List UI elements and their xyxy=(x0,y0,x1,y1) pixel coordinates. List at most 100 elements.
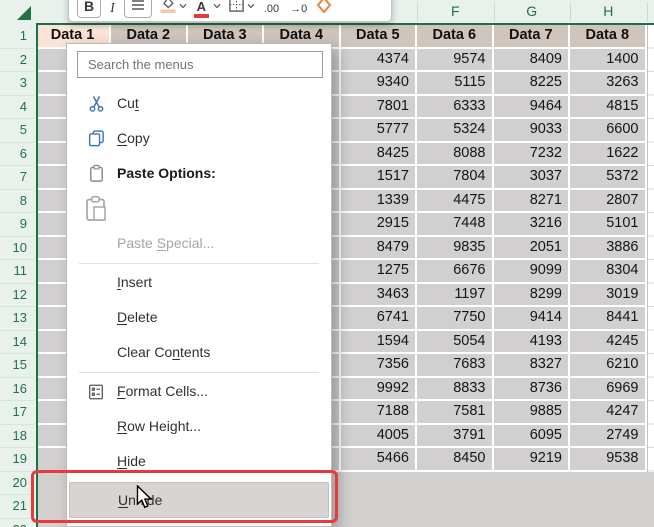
cell-G5[interactable]: 9033 xyxy=(493,119,570,143)
row-header-13[interactable]: 13 xyxy=(0,307,34,331)
cell-H16[interactable]: 6969 xyxy=(570,377,647,401)
cell-F11[interactable]: 6676 xyxy=(417,260,494,284)
cell-G11[interactable]: 9099 xyxy=(493,260,570,284)
bold-button[interactable]: B xyxy=(77,0,102,18)
row-header-22[interactable]: 22 xyxy=(0,519,34,527)
cell-H17[interactable]: 4247 xyxy=(570,401,647,425)
cell-G13[interactable]: 9414 xyxy=(493,307,570,331)
decrease-decimal-button[interactable]: .00 xyxy=(262,2,281,18)
cell-H5[interactable]: 6600 xyxy=(570,119,647,143)
cell-E19[interactable]: 5466 xyxy=(340,448,417,472)
cell-H8[interactable]: 2807 xyxy=(570,189,647,213)
font-color-button[interactable]: A xyxy=(193,0,221,18)
cell-E12[interactable]: 3463 xyxy=(340,283,417,307)
cell-F5[interactable]: 5324 xyxy=(417,119,494,143)
cell-G9[interactable]: 3216 xyxy=(493,213,570,237)
cell-E7[interactable]: 1517 xyxy=(340,166,417,190)
select-all-corner[interactable] xyxy=(0,0,36,25)
cell-H15[interactable]: 6210 xyxy=(570,354,647,378)
cell-E6[interactable]: 8425 xyxy=(340,142,417,166)
row-header-6[interactable]: 6 xyxy=(0,143,34,166)
row-header-5[interactable]: 5 xyxy=(0,119,34,143)
cell-E4[interactable]: 7801 xyxy=(340,95,417,119)
cell-E8[interactable]: 1339 xyxy=(340,189,417,213)
cell-E9[interactable]: 2915 xyxy=(340,213,417,237)
cell-H12[interactable]: 3019 xyxy=(570,283,647,307)
row-header-16[interactable]: 16 xyxy=(0,378,34,401)
cell-H11[interactable]: 8304 xyxy=(570,260,647,284)
cell-F14[interactable]: 5054 xyxy=(417,330,494,354)
row-header-1[interactable]: 1 xyxy=(0,25,34,49)
cell-E10[interactable]: 8479 xyxy=(340,236,417,260)
cell-G3[interactable]: 8225 xyxy=(493,72,570,96)
cell-H18[interactable]: 2749 xyxy=(570,424,647,448)
column-header-H[interactable]: H xyxy=(570,0,647,23)
cell-H13[interactable]: 8441 xyxy=(570,307,647,331)
cell-G15[interactable]: 8327 xyxy=(493,354,570,378)
row-header-9[interactable]: 9 xyxy=(0,213,34,237)
cell-F12[interactable]: 1197 xyxy=(417,283,494,307)
cell-F17[interactable]: 7581 xyxy=(417,401,494,425)
column-header-F[interactable]: F xyxy=(417,0,494,23)
cell-G17[interactable]: 9885 xyxy=(493,401,570,425)
cell-G7[interactable]: 3037 xyxy=(493,166,570,190)
cell-F7[interactable]: 7804 xyxy=(417,166,494,190)
row-header-19[interactable]: 19 xyxy=(0,448,34,472)
cell-G8[interactable]: 8271 xyxy=(493,189,570,213)
row-header-14[interactable]: 14 xyxy=(0,331,34,354)
cell-E1[interactable]: Data 5 xyxy=(340,25,417,49)
format-painter-button[interactable] xyxy=(316,0,332,18)
row-header-18[interactable]: 18 xyxy=(0,425,34,448)
cell-G19[interactable]: 9219 xyxy=(493,448,570,472)
cell-E16[interactable]: 9992 xyxy=(340,377,417,401)
cell-H6[interactable]: 1622 xyxy=(570,142,647,166)
cell-H2[interactable]: 1400 xyxy=(570,48,647,72)
fill-color-button[interactable] xyxy=(159,0,187,18)
cell-H1[interactable]: Data 8 xyxy=(570,25,647,49)
cell-E2[interactable]: 4374 xyxy=(340,48,417,72)
search-input[interactable] xyxy=(77,51,323,78)
menu-item-format-cells[interactable]: Format Cells... xyxy=(69,374,329,409)
cell-G14[interactable]: 4193 xyxy=(493,330,570,354)
menu-item-paste-special[interactable]: Paste Special... xyxy=(69,226,329,261)
menu-item-insert[interactable]: Insert xyxy=(69,265,329,300)
cell-G10[interactable]: 2051 xyxy=(493,236,570,260)
cell-G16[interactable]: 8736 xyxy=(493,377,570,401)
cell-F8[interactable]: 4475 xyxy=(417,189,494,213)
cell-G1[interactable]: Data 7 xyxy=(493,25,570,49)
menu-item-paste-options[interactable]: Paste Options: xyxy=(69,156,329,191)
cell-F2[interactable]: 9574 xyxy=(417,48,494,72)
cell-G18[interactable]: 6095 xyxy=(493,424,570,448)
cell-E11[interactable]: 1275 xyxy=(340,260,417,284)
row-header-10[interactable]: 10 xyxy=(0,237,34,260)
italic-button[interactable]: I xyxy=(108,0,117,18)
menu-item-delete[interactable]: Delete xyxy=(69,300,329,335)
cell-E18[interactable]: 4005 xyxy=(340,424,417,448)
cell-F15[interactable]: 7683 xyxy=(417,354,494,378)
cell-F13[interactable]: 7750 xyxy=(417,307,494,331)
cell-F6[interactable]: 8088 xyxy=(417,142,494,166)
cell-G12[interactable]: 8299 xyxy=(493,283,570,307)
row-header-7[interactable]: 7 xyxy=(0,166,34,190)
row-header-2[interactable]: 2 xyxy=(0,49,34,72)
cell-E5[interactable]: 5777 xyxy=(340,119,417,143)
cell-F1[interactable]: Data 6 xyxy=(417,25,494,49)
cell-H3[interactable]: 3263 xyxy=(570,72,647,96)
cell-F10[interactable]: 9835 xyxy=(417,236,494,260)
cell-G6[interactable]: 7232 xyxy=(493,142,570,166)
borders-button[interactable] xyxy=(228,0,255,18)
cell-H14[interactable]: 4245 xyxy=(570,330,647,354)
cell-F9[interactable]: 7448 xyxy=(417,213,494,237)
cell-F4[interactable]: 6333 xyxy=(417,95,494,119)
cell-E13[interactable]: 6741 xyxy=(340,307,417,331)
align-menu-button[interactable] xyxy=(123,0,152,18)
row-header-17[interactable]: 17 xyxy=(0,401,34,425)
cell-G2[interactable]: 8409 xyxy=(493,48,570,72)
menu-item-copy[interactable]: Copy xyxy=(69,121,329,156)
cell-H10[interactable]: 3886 xyxy=(570,236,647,260)
row-header-3[interactable]: 3 xyxy=(0,72,34,96)
column-header-G[interactable]: G xyxy=(494,0,571,23)
row-header-12[interactable]: 12 xyxy=(0,284,34,307)
cell-H19[interactable]: 9538 xyxy=(570,448,647,472)
cell-F19[interactable]: 8450 xyxy=(417,448,494,472)
